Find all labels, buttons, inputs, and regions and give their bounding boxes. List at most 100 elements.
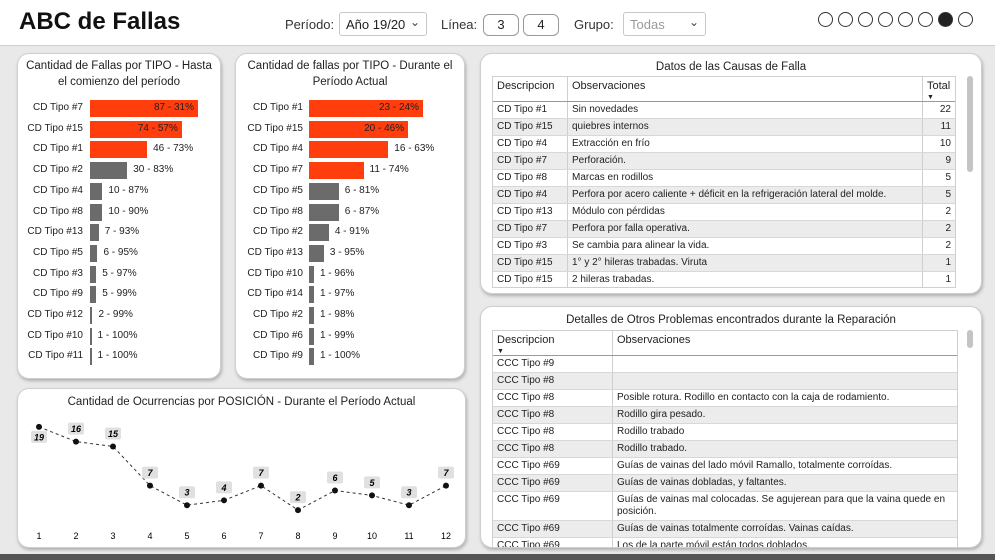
bar[interactable] [309, 327, 314, 345]
data-point[interactable] [184, 502, 190, 509]
table-cell: 2 hileras trabadas. [568, 272, 923, 287]
table-cell: CCC Tipo #69 [493, 492, 613, 520]
bar[interactable] [309, 203, 339, 221]
page-dot-7[interactable] [938, 12, 953, 27]
bar-row: CD Tipo #13 7 - 93% [18, 224, 220, 242]
page-dot-4[interactable] [878, 12, 893, 27]
bar[interactable] [309, 265, 314, 283]
column-header-observaciones[interactable]: Observaciones [568, 77, 923, 101]
table-cell: CD Tipo #4 [493, 187, 568, 203]
table-row[interactable]: CD Tipo #7 Perfora por falla operativa. 2 [493, 221, 955, 238]
sort-desc-icon: ▼ [497, 348, 504, 355]
bar-category-label: CD Tipo #6 [252, 329, 303, 341]
bar-category-label: CD Tipo #1 [252, 102, 303, 113]
table-row[interactable]: CD Tipo #4 Extracción en frío 10 [493, 136, 955, 153]
page-dot-1[interactable] [818, 12, 833, 27]
bar[interactable] [90, 203, 103, 221]
page-dot-2[interactable] [838, 12, 853, 27]
bar[interactable] [90, 244, 98, 262]
table-row[interactable]: CD Tipo #13 Módulo con pérdidas 2 [493, 204, 955, 221]
bar[interactable] [309, 307, 314, 324]
table-row[interactable]: CCC Tipo #69 Los de la parte móvil están … [493, 538, 957, 547]
table-title: Datos de las Causas de Falla [655, 61, 807, 73]
bar[interactable] [90, 162, 128, 180]
bar[interactable] [90, 141, 148, 159]
bar[interactable] [309, 348, 314, 366]
bar[interactable] [309, 182, 339, 200]
table-row[interactable]: CD Tipo #8 Marcas en rodillos 5 [493, 170, 955, 187]
bar-category-label: CD Tipo #13 [247, 246, 303, 258]
page-dot-5[interactable] [898, 12, 913, 27]
bar-data-label: 1 - 98% [319, 309, 355, 320]
table-row[interactable]: CCC Tipo #8 Posible rotura. Rodillo en co… [493, 390, 957, 407]
column-header-total[interactable]: Total ▼ [923, 77, 955, 101]
table-row[interactable]: CD Tipo #15 1° y 2° hileras trabadas. Vir… [493, 255, 955, 272]
bar-row: CD Tipo #6 1 - 99% [236, 327, 464, 345]
table-row[interactable]: CCC Tipo #69 Guías de vainas del lado móv… [493, 458, 957, 475]
bar[interactable] [309, 244, 324, 262]
otros-scrollbar[interactable] [967, 330, 973, 348]
panel-fallas-periodo-actual: Cantidad de fallas por TIPO - Durante el… [235, 53, 465, 379]
table-row[interactable]: CD Tipo #3 Se cambia para alinear la vida… [493, 238, 955, 255]
table-cell: Perforación. [568, 153, 923, 169]
data-point[interactable] [332, 487, 338, 494]
table-row[interactable]: CCC Tipo #8 Rodillo gira pesado. [493, 407, 957, 424]
periodo-dropdown[interactable]: Año 19/20 ⌄ [339, 12, 427, 36]
bar[interactable] [309, 224, 329, 242]
bar-data-label: 5 - 99% [102, 288, 137, 300]
data-point[interactable] [258, 482, 264, 489]
bar-row: CD Tipo #4 16 - 63% [236, 141, 464, 159]
table-row[interactable]: CCC Tipo #8 Rodillo trabado. [493, 441, 957, 458]
bar-category-label: CD Tipo #2 [32, 164, 83, 176]
table-row[interactable]: CD Tipo #7 Perforación. 9 [493, 153, 955, 170]
bar-data-label: 7 - 93% [104, 226, 140, 238]
column-header-observaciones[interactable]: Observaciones [613, 331, 957, 355]
data-point[interactable] [36, 423, 42, 430]
x-tick-label: 9 [332, 531, 337, 541]
data-point[interactable] [443, 482, 449, 489]
column-header-descripcion[interactable]: Descripcion ▼ [493, 331, 613, 355]
data-point[interactable] [73, 438, 79, 445]
table-row[interactable]: CD Tipo #1 Sin novedades 22 [493, 102, 955, 119]
bar-category-label: CD Tipo #15 [27, 122, 83, 134]
data-point[interactable] [369, 492, 375, 499]
linea-button-3[interactable]: 3 [483, 14, 519, 36]
table-row[interactable]: CCC Tipo #8 Rodillo trabado [493, 424, 957, 441]
linea-button-4[interactable]: 4 [523, 14, 559, 36]
table-row[interactable]: CCC Tipo #69 Guías de vainas mal colocada… [493, 492, 957, 521]
bar[interactable] [309, 286, 314, 304]
table-row[interactable]: CD Tipo #4 Perfora por acero caliente + d… [493, 187, 955, 204]
table-cell: Guías de vainas dobladas, y faltantes. [617, 477, 787, 488]
bar[interactable] [90, 348, 92, 366]
table-row[interactable]: CD Tipo #15 quiebres internos 11 [493, 119, 955, 136]
column-header-descripcion[interactable]: Descripcion [493, 77, 568, 101]
bar[interactable] [90, 307, 93, 324]
table-row[interactable]: CCC Tipo #8 [493, 373, 957, 390]
bar-data-label: 5 - 97% [102, 267, 137, 279]
page-dot-6[interactable] [918, 12, 933, 27]
table-row[interactable]: CD Tipo #15 2 hileras trabadas. 1 [493, 272, 955, 287]
table-title: Detalles de Otros Problemas encontrados … [566, 314, 896, 326]
bar[interactable] [90, 327, 92, 345]
data-point[interactable] [110, 443, 116, 450]
bar-data-label: 1 - 100% [97, 350, 138, 362]
page-dot-8[interactable] [958, 12, 973, 27]
table-row[interactable]: CCC Tipo #69 Guías de vainas totalmente c… [493, 521, 957, 538]
bar[interactable] [90, 286, 97, 304]
bar-category-label: CD Tipo #10 [27, 329, 83, 341]
data-point[interactable] [295, 507, 301, 514]
table-row[interactable]: CCC Tipo #9 [493, 356, 957, 373]
bar[interactable] [90, 224, 99, 242]
grupo-dropdown[interactable]: Todas ⌄ [623, 12, 706, 36]
data-point[interactable] [406, 502, 412, 509]
table-row[interactable]: CCC Tipo #69 Guías de vainas dobladas, y … [493, 475, 957, 492]
table-cell: CD Tipo #1 [493, 102, 568, 118]
data-point[interactable] [221, 497, 227, 504]
page-dot-3[interactable] [858, 12, 873, 27]
bar[interactable] [90, 265, 97, 283]
causas-scrollbar[interactable] [967, 76, 973, 172]
bar[interactable] [90, 182, 103, 200]
bar[interactable] [309, 141, 389, 159]
data-point[interactable] [147, 482, 153, 489]
bar[interactable] [309, 162, 364, 180]
